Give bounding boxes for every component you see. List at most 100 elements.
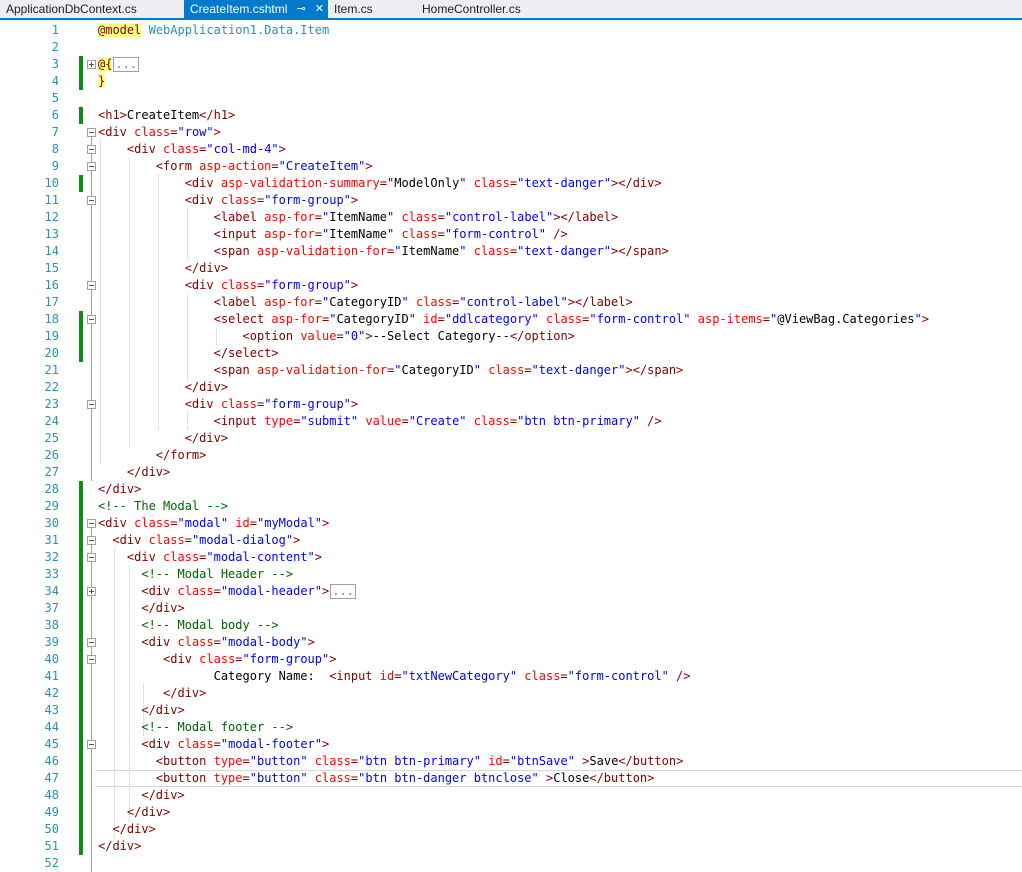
collapse-icon[interactable] (87, 196, 96, 205)
code-line[interactable]: 50 </div> (0, 821, 1022, 838)
code-line[interactable]: 13 <input asp-for="ItemName" class="form… (0, 226, 1022, 243)
token: ></div> (611, 176, 662, 190)
line-number: 46 (44, 754, 59, 768)
token: = (502, 754, 510, 768)
code-line[interactable]: 46 <button type="button" class="btn btn-… (0, 753, 1022, 770)
line-number: 12 (44, 210, 59, 224)
code-line[interactable]: 34 <div class="modal-header">... (0, 583, 1022, 600)
code-editor[interactable]: 1 @model WebApplication1.Data.Item 2 3 @{...… (0, 20, 1022, 872)
collapsed-region[interactable]: ... (330, 584, 356, 599)
tab-applicationdbcontext[interactable]: ApplicationDbContext.cs (0, 0, 184, 18)
token: = (242, 771, 250, 785)
close-icon[interactable]: ✕ (315, 0, 324, 18)
code-line[interactable]: 1 @model WebApplication1.Data.Item (0, 22, 1022, 39)
collapse-icon[interactable] (87, 145, 96, 154)
line-number: 6 (51, 108, 59, 122)
tab-label: HomeController.cs (422, 2, 521, 16)
code-line[interactable]: 4} (0, 73, 1022, 90)
code-line[interactable]: 22 </div> (0, 379, 1022, 396)
line-number: 29 (44, 499, 59, 513)
code-line[interactable]: 41 Category Name: <input id = "txtNewCateg… (0, 668, 1022, 685)
collapse-icon[interactable] (87, 553, 96, 562)
code-line[interactable]: 44 <!-- Modal footer --> (0, 719, 1022, 736)
code-line[interactable]: 33 <!-- Modal Header --> (0, 566, 1022, 583)
code-line[interactable]: 10 <div asp-validation-summary= "ModelOnl… (0, 175, 1022, 192)
code-line[interactable]: 9 <form asp-action="CreateItem"> (0, 158, 1022, 175)
code-line[interactable]: 14 <span asp-validation-for="ItemName" c… (0, 243, 1022, 260)
code-line[interactable]: 3 @{... (0, 56, 1022, 73)
code-line[interactable]: 39 <div class="modal-body"> (0, 634, 1022, 651)
code-line[interactable]: 32 <div class="modal-content"> (0, 549, 1022, 566)
collapse-icon[interactable] (87, 536, 96, 545)
code-line[interactable]: 6 <h1>CreateItem</h1> (0, 107, 1022, 124)
code-line[interactable]: 7 <div class="row"> (0, 124, 1022, 141)
code-line[interactable]: 16 <div class="form-group"> (0, 277, 1022, 294)
code-line[interactable]: 43 </div> (0, 702, 1022, 719)
token: ></span> (625, 363, 684, 377)
collapse-icon[interactable] (87, 400, 96, 409)
token: = (213, 635, 221, 649)
code-text: <button type="button" class="btn btn-dan… (98, 770, 655, 787)
code-line[interactable]: 51 </div> (0, 838, 1022, 855)
code-line[interactable]: 38 <!-- Modal body --> (0, 617, 1022, 634)
collapse-icon[interactable] (87, 655, 96, 664)
expand-icon[interactable] (87, 587, 96, 596)
code-line[interactable]: 19 <option value="0">--Select Category--… (0, 328, 1022, 345)
code-line[interactable]: 26 </form> (0, 447, 1022, 464)
code-line[interactable]: 20 </select> (0, 345, 1022, 362)
line-number: 22 (44, 380, 59, 394)
code-line[interactable]: 2 (0, 39, 1022, 56)
pin-icon[interactable]: ⊸ (297, 0, 306, 18)
code-line[interactable]: 15 </div> (0, 260, 1022, 277)
code-line[interactable]: 49 </div> (0, 804, 1022, 821)
token: class (220, 278, 257, 292)
code-line[interactable]: 18 <select asp-for="CategoryID" id="ddlc… (0, 311, 1022, 328)
code-line[interactable]: 37 </div> (0, 600, 1022, 617)
tab-createitem[interactable]: CreateItem.cshtml ⊸ ✕ (184, 0, 328, 18)
tab-item[interactable]: Item.cs (328, 0, 416, 18)
code-line[interactable]: 27 </div> (0, 464, 1022, 481)
collapse-icon[interactable] (87, 740, 96, 749)
code-line[interactable]: 48 </div> (0, 787, 1022, 804)
token: <option (242, 329, 294, 343)
token: " (459, 176, 467, 190)
code-line[interactable]: 40 <div class="form-group"> (0, 651, 1022, 668)
code-line[interactable]: 29 <!-- The Modal --> (0, 498, 1022, 515)
expand-icon[interactable] (87, 60, 96, 69)
code-line[interactable]: 47 <button type="button" class="btn btn-… (0, 770, 1022, 787)
tab-homecontroller[interactable]: HomeController.cs (416, 0, 564, 18)
collapse-icon[interactable] (87, 315, 96, 324)
token: = (437, 227, 445, 241)
code-line[interactable]: 25 </div> (0, 430, 1022, 447)
collapse-icon[interactable] (87, 162, 96, 171)
code-line[interactable]: 24 <input type="submit" value="Create" c… (0, 413, 1022, 430)
code-line[interactable]: 8 <div class="col-md-4"> (0, 141, 1022, 158)
code-line[interactable]: 11 <div class="form-group"> (0, 192, 1022, 209)
code-line[interactable]: 12 <label asp-for="ItemName" class="cont… (0, 209, 1022, 226)
collapse-icon[interactable] (87, 128, 96, 137)
collapse-icon[interactable] (87, 519, 96, 528)
code-text: @model WebApplication1.Data.Item (98, 22, 329, 39)
line-number: 33 (44, 567, 59, 581)
code-line[interactable]: 17 <label asp-for="CategoryID" class="co… (0, 294, 1022, 311)
collapse-icon[interactable] (87, 638, 96, 647)
code-text: <!-- The Modal --> (98, 498, 228, 515)
code-line[interactable]: 23 <div class="form-group"> (0, 396, 1022, 413)
code-line[interactable]: 31 <div class="modal-dialog"> (0, 532, 1022, 549)
code-line[interactable]: 5 (0, 90, 1022, 107)
code-line[interactable]: 52 (0, 855, 1022, 872)
code-line[interactable]: 45 <div class="modal-footer"> (0, 736, 1022, 753)
collapse-icon[interactable] (87, 281, 96, 290)
code-line[interactable]: 28 </div> (0, 481, 1022, 498)
collapsed-region[interactable]: ... (113, 57, 140, 72)
code-line[interactable]: 30 <div class="modal" id="myModal"> (0, 515, 1022, 532)
code-line[interactable]: 21 <span asp-validation-for = "CategoryID "… (0, 362, 1022, 379)
code-line[interactable]: 42 </div> (0, 685, 1022, 702)
